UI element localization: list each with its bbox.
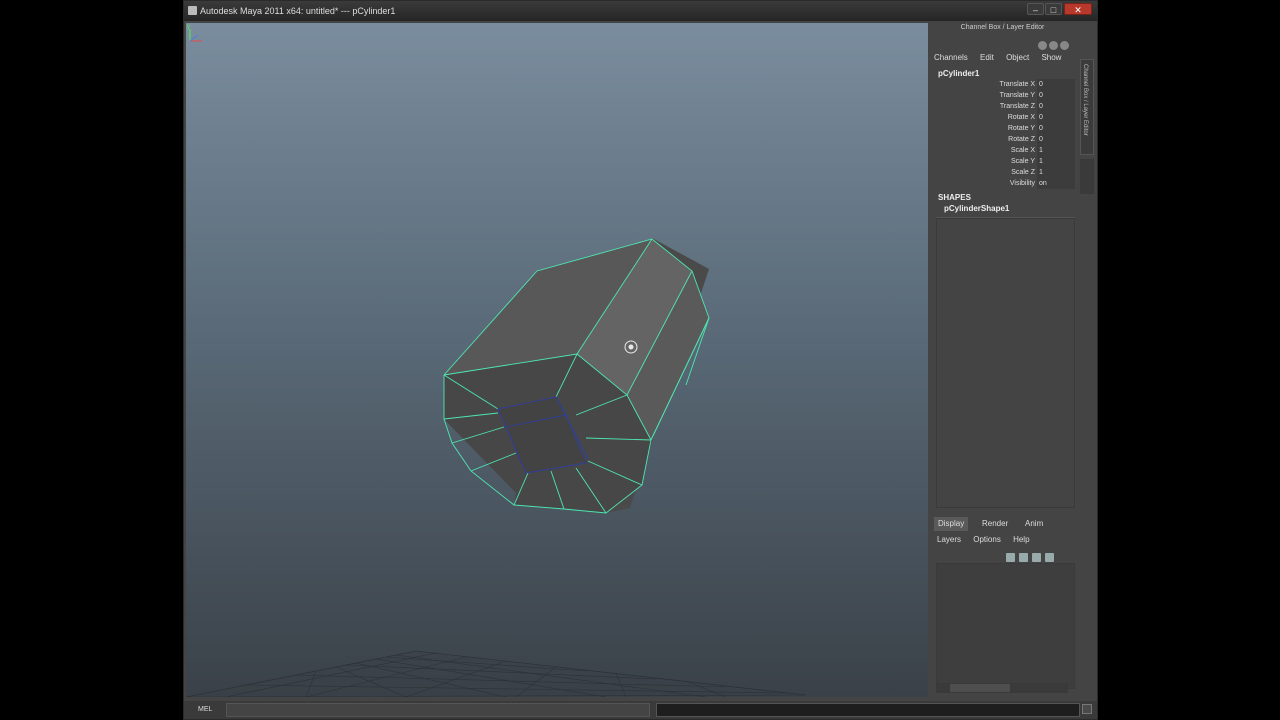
sphere-icon[interactable] — [1049, 41, 1058, 50]
title-bar: Autodesk Maya 2011 x64: untitled* --- pC… — [184, 1, 1097, 21]
channel-row[interactable]: Scale Z1 — [934, 167, 1075, 178]
channel-value[interactable]: 0 — [1037, 112, 1075, 123]
ground-grid — [186, 650, 807, 697]
layer-horizontal-scrollbar[interactable] — [936, 683, 1068, 693]
perspective-viewport[interactable]: y — [186, 23, 928, 697]
channel-row[interactable]: Translate Y0 — [934, 90, 1075, 101]
channel-label: Translate X — [999, 81, 1035, 88]
command-result-field — [656, 703, 1080, 717]
command-line: MEL — [184, 701, 1097, 719]
channel-value[interactable]: 0 — [1037, 134, 1075, 145]
side-tab-channel-box[interactable]: Channel Box / Layer Editor — [1080, 59, 1094, 155]
channel-box-panel: Channel Box / Layer Editor Channels Edit… — [930, 21, 1097, 699]
channel-value[interactable]: on — [1037, 178, 1075, 189]
channel-box-scrollbar[interactable] — [1080, 159, 1094, 194]
tab-render[interactable]: Render — [978, 517, 1012, 531]
window-title: Autodesk Maya 2011 x64: untitled* --- pC… — [200, 6, 396, 16]
minimize-button[interactable]: – — [1027, 3, 1044, 15]
channel-box-tool-icons — [1038, 37, 1076, 50]
maya-app-icon — [188, 6, 197, 15]
object-name[interactable]: pCylinder1 — [938, 69, 979, 78]
menu-channels[interactable]: Channels — [934, 53, 968, 62]
channel-value[interactable]: 1 — [1037, 156, 1075, 167]
channel-label: Translate Z — [999, 103, 1035, 110]
channel-label: Translate Y — [999, 92, 1035, 99]
move-layer-down-icon[interactable] — [1019, 553, 1028, 562]
layer-editor-tabs: Display Render Anim — [934, 517, 1075, 531]
channel-label: Rotate Y — [1007, 125, 1035, 132]
layer-editor-menu: Layers Options Help — [934, 534, 1075, 546]
channel-value[interactable]: 1 — [1037, 145, 1075, 156]
menu-help[interactable]: Help — [1010, 535, 1029, 544]
channel-value[interactable]: 0 — [1037, 79, 1075, 90]
channel-row[interactable]: Rotate Y0 — [934, 123, 1075, 134]
tab-anim[interactable]: Anim — [1021, 517, 1047, 531]
shape-node[interactable]: pCylinderShape1 — [944, 204, 1009, 213]
close-button[interactable]: ✕ — [1064, 3, 1092, 15]
channel-label: Rotate Z — [1008, 136, 1035, 143]
channel-value[interactable]: 0 — [1037, 123, 1075, 134]
channel-box-menu: Channels Edit Object Show — [934, 51, 1074, 65]
side-tab-label: Channel Box / Layer Editor — [1082, 64, 1088, 136]
menu-show[interactable]: Show — [1041, 53, 1061, 62]
channel-row[interactable]: Translate X0 — [934, 79, 1075, 90]
pin-icon[interactable] — [1038, 41, 1047, 50]
channel-row[interactable]: Rotate X0 — [934, 112, 1075, 123]
channel-box-empty-area — [936, 218, 1075, 508]
script-editor-button[interactable] — [1082, 704, 1092, 714]
channel-box-header: Channel Box / Layer Editor — [960, 24, 1045, 31]
channel-row[interactable]: Scale Y1 — [934, 156, 1075, 167]
maximize-button[interactable]: □ — [1045, 3, 1062, 15]
menu-layers[interactable]: Layers — [934, 535, 961, 544]
scrollbar-thumb[interactable] — [950, 684, 1010, 692]
channel-label: Scale Y — [1011, 158, 1035, 165]
mel-label[interactable]: MEL — [198, 704, 212, 716]
channel-list: Translate X0 Translate Y0 Translate Z0 R… — [934, 79, 1075, 189]
channel-row[interactable]: Visibility on — [934, 178, 1075, 189]
shapes-heading: SHAPES — [938, 193, 971, 202]
wrench-icon[interactable] — [1060, 41, 1069, 50]
layer-list-area[interactable] — [936, 563, 1075, 689]
channel-value[interactable]: 1 — [1037, 167, 1075, 178]
maya-window: Autodesk Maya 2011 x64: untitled* --- pC… — [183, 0, 1098, 720]
channel-label: Rotate X — [1007, 114, 1035, 121]
mel-command-input[interactable] — [226, 703, 650, 717]
menu-options[interactable]: Options — [970, 535, 1001, 544]
channel-label: Visibility — [1009, 180, 1035, 187]
channel-label: Scale Z — [1011, 169, 1035, 176]
new-layer-selected-icon[interactable] — [1045, 553, 1054, 562]
layer-tool-icons — [1006, 549, 1074, 562]
move-layer-up-icon[interactable] — [1006, 553, 1015, 562]
channel-value[interactable]: 0 — [1037, 101, 1075, 112]
cylinder-mesh — [444, 238, 709, 513]
menu-edit[interactable]: Edit — [980, 53, 994, 62]
menu-object[interactable]: Object — [1006, 53, 1029, 62]
new-layer-icon[interactable] — [1032, 553, 1041, 562]
channel-row[interactable]: Translate Z0 — [934, 101, 1075, 112]
axis-y-label: y — [187, 24, 190, 30]
channel-label: Scale X — [1010, 147, 1035, 154]
channel-row[interactable]: Scale X1 — [934, 145, 1075, 156]
channel-row[interactable]: Rotate Z0 — [934, 134, 1075, 145]
scene-canvas — [186, 238, 807, 697]
tab-display[interactable]: Display — [934, 517, 969, 531]
view-axis-icon: y — [187, 24, 202, 42]
channel-value[interactable]: 0 — [1037, 90, 1075, 101]
